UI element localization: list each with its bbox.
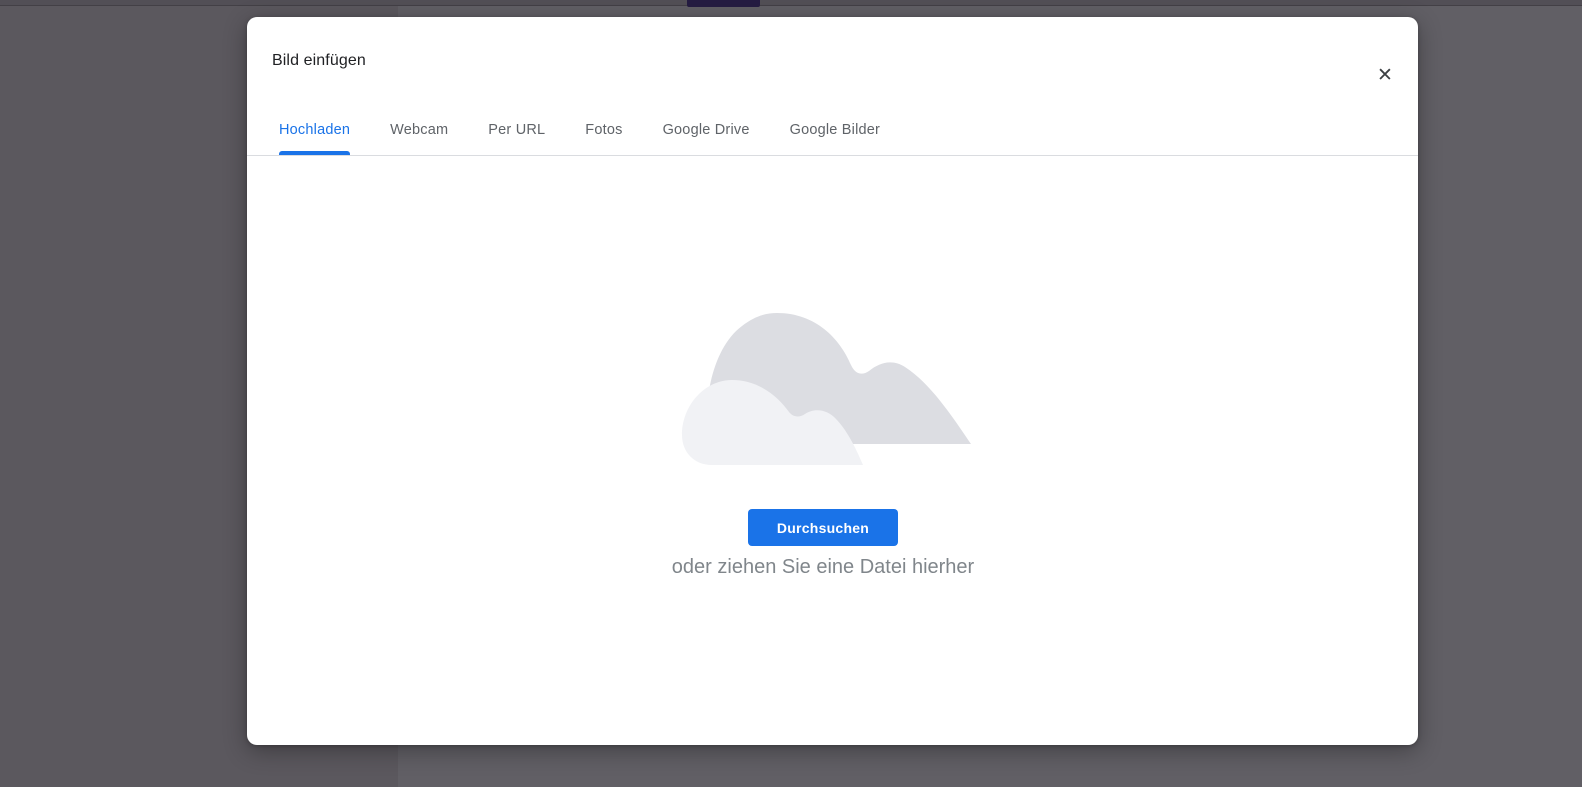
close-icon: ✕ xyxy=(1377,65,1393,86)
tab-per-url[interactable]: Per URL xyxy=(488,105,545,155)
tab-google-bilder[interactable]: Google Bilder xyxy=(790,105,880,155)
tab-label: Hochladen xyxy=(279,122,351,138)
browse-button[interactable]: Durchsuchen xyxy=(748,509,898,546)
drag-hint-text: oder ziehen Sie eine Datei hierher xyxy=(671,556,975,578)
tab-label: Fotos xyxy=(585,122,623,138)
close-button[interactable]: ✕ xyxy=(1371,62,1399,90)
tab-webcam[interactable]: Webcam xyxy=(390,105,448,155)
upload-dropzone[interactable]: Durchsuchen oder ziehen Sie eine Datei h… xyxy=(247,156,1418,745)
screen: Bild einfügen ✕ Hochladen Webcam Per URL… xyxy=(0,0,1582,787)
dialog-title: Bild einfügen xyxy=(272,52,366,69)
tab-google-drive[interactable]: Google Drive xyxy=(663,105,750,155)
tab-bar: Hochladen Webcam Per URL Fotos Google Dr… xyxy=(279,105,1418,155)
cloud-upload-illustration xyxy=(682,313,971,465)
insert-image-dialog: Bild einfügen ✕ Hochladen Webcam Per URL… xyxy=(247,17,1418,745)
tab-hochladen[interactable]: Hochladen xyxy=(279,105,351,155)
tab-label: Per URL xyxy=(488,122,546,138)
tab-label: Webcam xyxy=(390,122,449,138)
tab-fotos[interactable]: Fotos xyxy=(585,105,622,155)
page-top-band xyxy=(0,0,1582,6)
form-theme-accent-bar xyxy=(687,0,760,7)
tab-label: Google Drive xyxy=(662,122,750,138)
tab-label: Google Bilder xyxy=(789,122,881,138)
